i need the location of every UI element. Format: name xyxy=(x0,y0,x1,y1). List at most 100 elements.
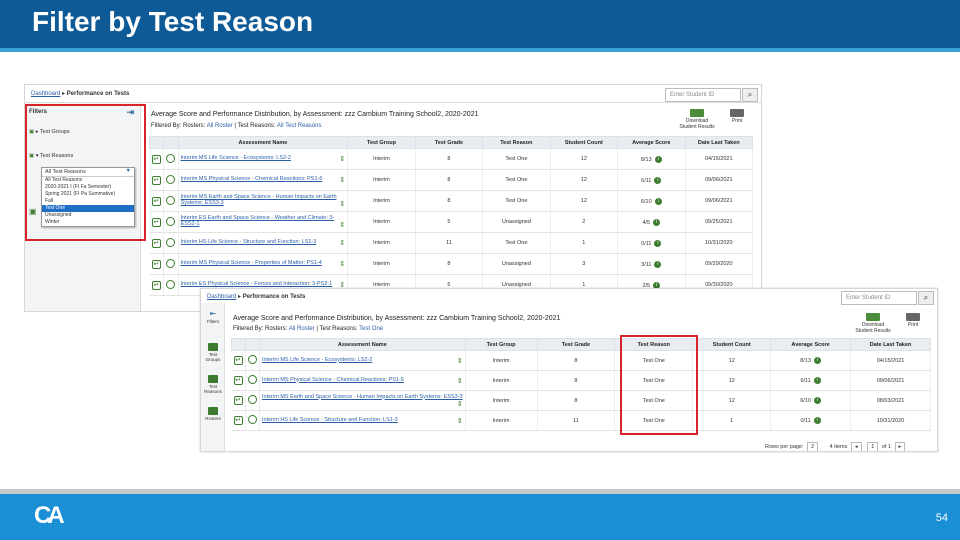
magnify-icon[interactable] xyxy=(166,153,176,163)
assessment-name-link[interactable]: Interim HS Life Science - Structure and … xyxy=(178,232,349,254)
col-test-reason[interactable]: Test Reason xyxy=(482,136,551,149)
col-student-count[interactable]: Student Count xyxy=(692,338,772,351)
breadcrumb-dashboard-link[interactable]: Dashboard xyxy=(207,294,236,300)
info-icon[interactable]: i xyxy=(813,417,821,424)
student-list-icon[interactable]: ↵ xyxy=(151,238,161,248)
student-count-cell: 12 xyxy=(550,148,619,170)
student-list-icon[interactable]: ↵ xyxy=(151,217,161,227)
col-date-last-taken[interactable]: Date Last Taken xyxy=(850,338,931,351)
page-number-input[interactable]: 1 xyxy=(867,442,879,451)
next-page-button[interactable]: ▸ xyxy=(894,442,906,451)
magnify-icon[interactable] xyxy=(247,395,257,404)
sort-icon[interactable]: ⇕ xyxy=(339,176,345,184)
info-icon[interactable]: i xyxy=(654,197,662,205)
rows-per-page-select[interactable]: 2 xyxy=(807,442,819,451)
info-icon[interactable]: i xyxy=(654,155,662,163)
col-test-group[interactable]: Test Group xyxy=(347,136,416,149)
icons-cell xyxy=(163,232,179,254)
sort-icon[interactable]: ⇕ xyxy=(339,200,345,208)
date-last-taken-cell: 10/31/2020 xyxy=(850,410,931,431)
sort-icon[interactable]: ⇕ xyxy=(339,239,345,247)
test-group-cell-text: Interim xyxy=(492,377,510,384)
info-icon[interactable]: i xyxy=(654,176,662,184)
assessment-name-link[interactable]: Interim MS Life Science - Ecosystems: LS… xyxy=(259,350,466,371)
applied-filters: Filtered By: Rosters: All Roster | Test … xyxy=(151,123,322,129)
col-test-grade[interactable]: Test Grade xyxy=(414,136,484,149)
search-icon[interactable]: ⌕ xyxy=(918,291,934,305)
prev-page-button[interactable]: ◂ xyxy=(850,442,862,451)
download-results-button[interactable]: Download Student Results xyxy=(679,109,715,130)
student-count-cell-text: 12 xyxy=(728,357,735,364)
col-assessment-name[interactable]: Assessment Name xyxy=(177,136,349,149)
info-icon[interactable]: i xyxy=(813,357,821,364)
assessment-name-link-text: Interim MS Life Science - Ecosystems: LS… xyxy=(261,356,373,363)
average-score-cell-text: 6/10 xyxy=(640,198,652,205)
expand-filters-icon: ⇤ xyxy=(209,309,217,318)
student-list-icon[interactable]: ↵ xyxy=(233,416,243,425)
assessment-name-link[interactable]: Interim MS Physical Science - Properties… xyxy=(178,253,349,275)
breadcrumb-dashboard-link[interactable]: Dashboard xyxy=(31,91,60,97)
sort-icon[interactable]: ⇕ xyxy=(457,417,463,425)
student-list-icon[interactable]: ↵ xyxy=(233,376,243,385)
student-list-icon[interactable]: ↵ xyxy=(233,396,243,405)
sort-icon[interactable]: ⇕ xyxy=(339,221,345,229)
sort-icon[interactable]: ⇕ xyxy=(457,377,463,385)
student-id-search-input[interactable]: Enter Student ID xyxy=(665,88,741,102)
info-icon[interactable]: i xyxy=(813,397,821,404)
magnify-icon[interactable] xyxy=(166,237,176,247)
assessment-name-link[interactable]: Interim HS Life Science - Structure and … xyxy=(259,410,466,431)
col-assessment-name[interactable]: Assessment Name xyxy=(258,338,466,351)
col-average-score[interactable]: Average Score xyxy=(770,338,852,351)
search-icon[interactable]: ⌕ xyxy=(742,88,758,102)
download-results-button[interactable]: Download Student Results xyxy=(855,313,891,334)
assessment-name-link[interactable]: Interim MS Life Science - Ecosystems: LS… xyxy=(178,148,349,170)
sort-icon[interactable]: ⇕ xyxy=(339,260,345,268)
col-test-grade[interactable]: Test Grade xyxy=(536,338,616,351)
sort-icon[interactable]: ⇕ xyxy=(339,155,345,163)
magnify-icon[interactable] xyxy=(166,279,176,289)
col-date-last-taken[interactable]: Date Last Taken xyxy=(684,136,754,149)
assessment-name-link[interactable]: Interim MS Physical Science - Chemical R… xyxy=(259,370,466,391)
info-icon[interactable]: i xyxy=(813,377,821,384)
magnify-icon[interactable] xyxy=(166,258,176,268)
info-icon[interactable]: i xyxy=(654,260,662,268)
download-icon xyxy=(866,313,880,321)
test-group-cell: Interim xyxy=(347,211,416,233)
sort-icon[interactable]: ⇕ xyxy=(457,357,463,365)
rail-rosters[interactable]: Rosters xyxy=(201,407,225,421)
info-icon[interactable]: i xyxy=(653,218,661,226)
rail-test-reasons[interactable]: Test Reasons xyxy=(201,375,225,394)
test-grade-cell-text: 8 xyxy=(447,198,451,204)
assessment-name-link-text: Interim HS Life Science - Structure and … xyxy=(180,239,317,245)
student-id-search-input[interactable]: Enter Student ID xyxy=(841,291,917,305)
student-list-icon[interactable]: ↵ xyxy=(151,196,161,206)
student-list-icon[interactable]: ↵ xyxy=(151,280,161,290)
info-icon[interactable]: i xyxy=(654,239,662,247)
magnify-icon[interactable] xyxy=(247,415,257,424)
col-test-group[interactable]: Test Group xyxy=(464,338,538,351)
breadcrumb-current: Performance on Tests xyxy=(66,91,130,97)
magnify-icon[interactable] xyxy=(166,216,176,226)
magnify-icon[interactable] xyxy=(247,355,257,364)
assessment-name-link[interactable]: Interim MS Physical Science - Chemical R… xyxy=(178,169,349,191)
print-button[interactable]: Print xyxy=(899,313,927,328)
table-row: ↵ Interim MS Physical Science - Chemical … xyxy=(149,169,754,191)
sort-icon[interactable]: ⇕ xyxy=(457,400,463,408)
col-actions xyxy=(231,338,246,351)
assessment-name-link[interactable]: Interim MS Earth and Space Science - Hum… xyxy=(259,390,466,411)
student-list-icon[interactable]: ↵ xyxy=(151,175,161,185)
col-student-count[interactable]: Student Count xyxy=(549,136,619,149)
student-list-icon[interactable]: ↵ xyxy=(151,259,161,269)
assessment-name-link[interactable]: Interim MS Earth and Space Science - Hum… xyxy=(178,190,349,212)
magnify-icon[interactable] xyxy=(166,195,176,205)
col-average-score[interactable]: Average Score xyxy=(617,136,686,149)
rail-filters[interactable]: ⇤ Filters xyxy=(201,309,225,324)
assessment-name-link[interactable]: Interim ES Earth and Space Science - Wea… xyxy=(178,211,349,233)
rail-test-groups[interactable]: Test Groups xyxy=(201,343,225,362)
magnify-icon[interactable] xyxy=(166,174,176,184)
print-button[interactable]: Print xyxy=(723,109,751,124)
student-list-icon[interactable]: ↵ xyxy=(151,154,161,164)
magnify-icon[interactable] xyxy=(247,375,257,384)
icons-cell xyxy=(245,350,260,371)
student-list-icon[interactable]: ↵ xyxy=(233,356,243,365)
